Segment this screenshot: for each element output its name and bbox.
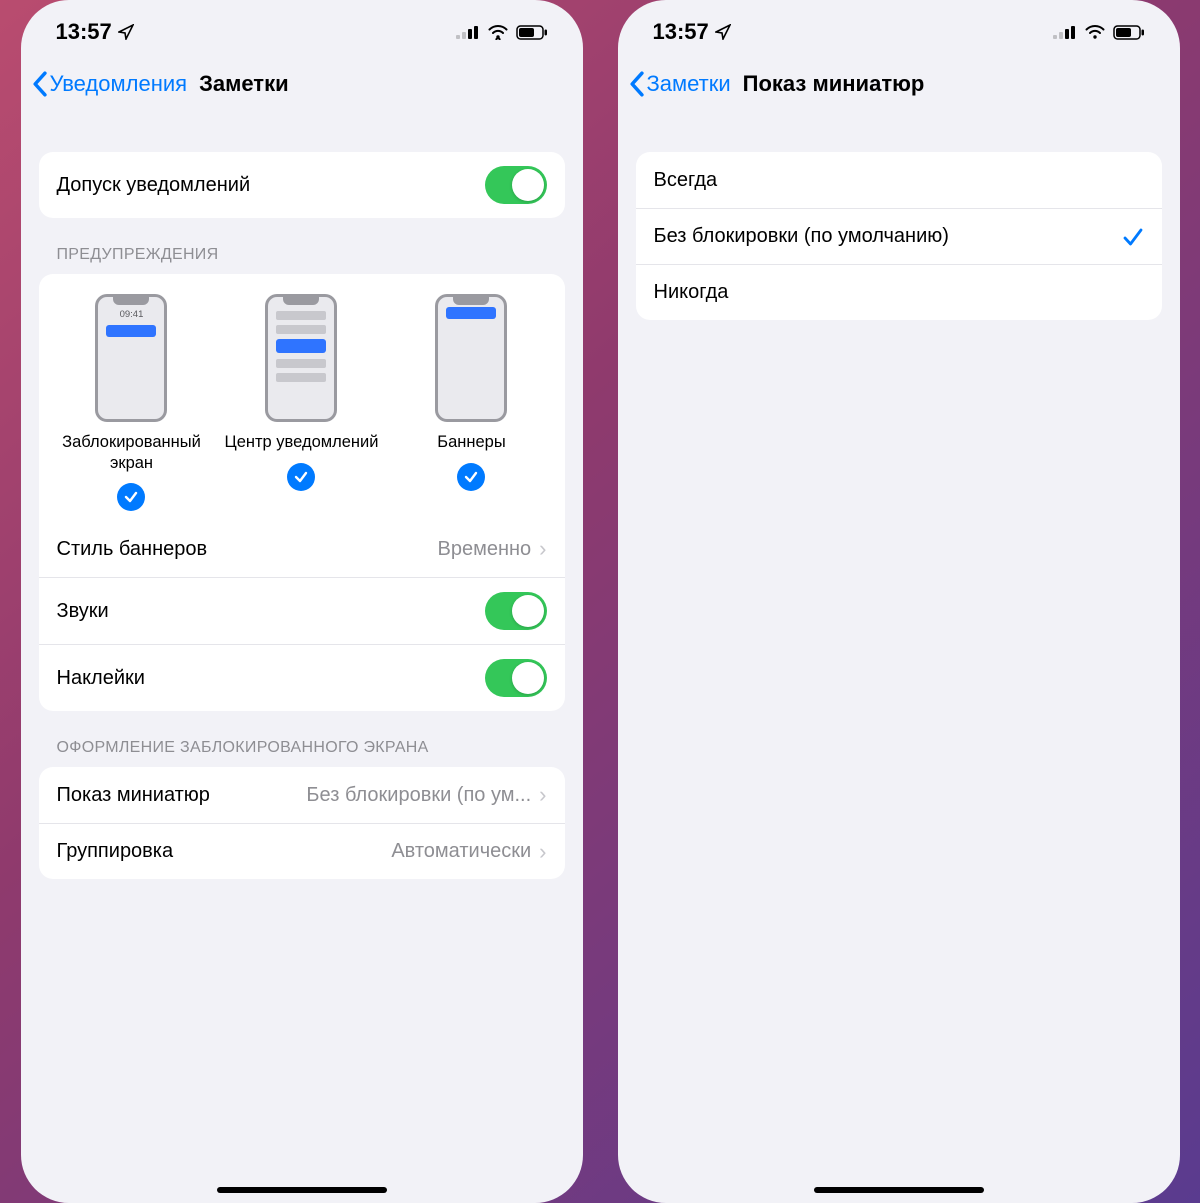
home-indicator[interactable] [217,1187,387,1193]
status-time: 13:57 [653,19,731,45]
alert-center-label: Центр уведомлений [225,432,379,453]
location-arrow-icon [715,24,731,40]
status-bar: 13:57 [21,0,583,54]
show-previews-label: Показ миниатюр [57,784,210,807]
checkmark-circle-icon[interactable] [457,463,485,491]
grouping-value: Автоматически [391,840,531,863]
chevron-right-icon: › [539,839,546,865]
alert-banners-label: Баннеры [437,432,505,453]
status-bar: 13:57 [618,0,1180,54]
sounds-toggle[interactable] [485,592,547,630]
nav-bar: Заметки Показ миниатюр [618,54,1180,114]
settings-content[interactable]: Допуск уведомлений ПРЕДУПРЕЖДЕНИЯ 09:41 … [21,114,583,1203]
chevron-left-icon [31,71,48,97]
option-always-label: Всегда [654,169,718,192]
allow-card: Допуск уведомлений [39,152,565,218]
back-label: Уведомления [50,71,188,97]
chevron-right-icon: › [539,536,546,562]
notification-center-preview-icon [265,294,337,422]
option-unlocked[interactable]: Без блокировки (по умолчанию) [636,208,1162,264]
alert-option-notification-center[interactable]: Центр уведомлений [217,294,385,511]
checkmark-icon [1122,226,1144,248]
back-label: Заметки [647,71,731,97]
option-never-label: Никогда [654,281,729,304]
section-alerts-header: ПРЕДУПРЕЖДЕНИЯ [39,218,565,274]
banner-style-label: Стиль баннеров [57,538,208,561]
banner-style-value: Временно [438,538,532,561]
clock-text: 13:57 [56,19,112,45]
status-time: 13:57 [56,19,134,45]
phone-screen-right: 13:57 Заметки Показ миниатюр Всегда Без … [618,0,1180,1203]
allow-notifications-row[interactable]: Допуск уведомлений [39,152,565,218]
alert-lock-label: Заблокированный экран [47,432,215,473]
status-icons [456,24,548,40]
chevron-left-icon [628,71,645,97]
battery-icon [1113,25,1145,40]
badges-row[interactable]: Наклейки [39,644,565,711]
show-previews-value: Без блокировки (по ум... [306,784,531,807]
home-indicator[interactable] [814,1187,984,1193]
badges-toggle[interactable] [485,659,547,697]
allow-notifications-toggle[interactable] [485,166,547,204]
cellular-signal-icon [1053,25,1077,39]
grouping-label: Группировка [57,840,174,863]
cellular-signal-icon [456,25,480,39]
badges-label: Наклейки [57,667,145,690]
back-button[interactable]: Уведомления [31,71,188,97]
section-lockscreen-header: ОФОРМЛЕНИЕ ЗАБЛОКИРОВАННОГО ЭКРАНА [39,711,565,767]
sounds-row[interactable]: Звуки [39,577,565,644]
banners-preview-icon [435,294,507,422]
alerts-card: 09:41 Заблокированный экран [39,274,565,711]
lock-screen-preview-icon: 09:41 [95,294,167,422]
banner-style-row[interactable]: Стиль баннеров Временно › [39,521,565,577]
back-button[interactable]: Заметки [628,71,731,97]
wifi-icon [487,24,509,40]
show-previews-row[interactable]: Показ миниатюр Без блокировки (по ум... … [39,767,565,823]
checkmark-circle-icon[interactable] [287,463,315,491]
nav-bar: Уведомления Заметки [21,54,583,114]
status-icons [1053,24,1145,40]
sounds-label: Звуки [57,600,109,623]
alert-option-lock-screen[interactable]: 09:41 Заблокированный экран [47,294,215,511]
option-never[interactable]: Никогда [636,264,1162,320]
grouping-row[interactable]: Группировка Автоматически › [39,823,565,879]
battery-icon [516,25,548,40]
previews-options-card: Всегда Без блокировки (по умолчанию) Ник… [636,152,1162,320]
page-title: Показ миниатюр [743,71,925,97]
settings-content[interactable]: Всегда Без блокировки (по умолчанию) Ник… [618,114,1180,1203]
lock-preview-time: 09:41 [120,309,144,320]
page-title: Заметки [199,71,289,97]
lockscreen-card: Показ миниатюр Без блокировки (по ум... … [39,767,565,879]
option-unlocked-label: Без блокировки (по умолчанию) [654,225,949,248]
phone-screen-left: 13:57 Уведомления Заметки Допуск уведомл… [21,0,583,1203]
clock-text: 13:57 [653,19,709,45]
allow-notifications-label: Допуск уведомлений [57,174,251,197]
alert-option-banners[interactable]: Баннеры [387,294,555,511]
checkmark-circle-icon[interactable] [117,483,145,511]
chevron-right-icon: › [539,782,546,808]
alerts-options: 09:41 Заблокированный экран [39,274,565,521]
location-arrow-icon [118,24,134,40]
option-always[interactable]: Всегда [636,152,1162,208]
wifi-icon [1084,24,1106,40]
